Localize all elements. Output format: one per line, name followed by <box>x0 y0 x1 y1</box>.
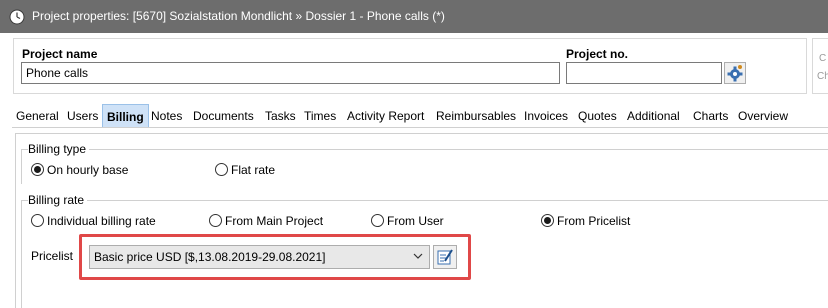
tab-quotes[interactable]: Quotes <box>578 104 617 128</box>
radio-from-main-project[interactable]: From Main Project <box>209 214 323 228</box>
generate-number-button[interactable] <box>724 62 746 84</box>
tab-users[interactable]: Users <box>67 104 98 128</box>
radio-button[interactable] <box>209 214 222 227</box>
tab-general[interactable]: General <box>16 104 59 128</box>
chevron-down-icon <box>413 253 423 259</box>
tab-additional[interactable]: Additional <box>627 104 680 128</box>
tab-divider <box>12 127 828 128</box>
tab-charts[interactable]: Charts <box>693 104 728 128</box>
radio-from-pricelist[interactable]: From Pricelist <box>541 214 630 228</box>
billing-rate-title: Billing rate <box>28 193 88 207</box>
project-no-input[interactable] <box>566 62 722 84</box>
project-name-input[interactable]: Phone calls <box>21 62 560 84</box>
billing-type-title: Billing type <box>28 142 90 156</box>
billing-type-group <box>21 149 828 184</box>
edit-icon <box>437 249 453 265</box>
tab-reimbursables[interactable]: Reimbursables <box>436 104 516 128</box>
title-bar: Project properties: [5670] Sozialstation… <box>0 0 828 33</box>
tab-tasks[interactable]: Tasks <box>265 104 296 128</box>
radio-label: On hourly base <box>47 163 129 177</box>
radio-button[interactable] <box>371 214 384 227</box>
window-title: Project properties: [5670] Sozialstation… <box>32 9 445 23</box>
radio-label: From User <box>387 214 444 228</box>
tab-times[interactable]: Times <box>304 104 336 128</box>
radio-button[interactable] <box>31 214 44 227</box>
tab-billing[interactable]: Billing <box>102 104 149 128</box>
radio-label: From Pricelist <box>557 214 631 228</box>
radio-button-selected[interactable] <box>31 163 44 176</box>
pricelist-label: Pricelist <box>31 249 74 263</box>
side-panel: C Ch <box>812 38 828 94</box>
radio-label: Flat rate <box>231 163 276 177</box>
radio-label: From Main Project <box>225 214 324 228</box>
tab-activity-report[interactable]: Activity Report <box>347 104 424 128</box>
tab-documents[interactable]: Documents <box>193 104 254 128</box>
tab-notes[interactable]: Notes <box>151 104 182 128</box>
radio-individual-billing-rate[interactable]: Individual billing rate <box>31 214 156 228</box>
radio-label: Individual billing rate <box>47 214 156 228</box>
radio-from-user[interactable]: From User <box>371 214 444 228</box>
pricelist-selected-value: Basic price USD [$,13.08.2019-29.08.2021… <box>94 250 326 264</box>
edit-pricelist-button[interactable] <box>433 245 457 269</box>
project-name-label: Project name <box>22 47 98 61</box>
radio-on-hourly-base[interactable]: On hourly base <box>31 163 128 177</box>
gear-icon <box>727 65 743 82</box>
radio-button[interactable] <box>215 163 228 176</box>
radio-flat-rate[interactable]: Flat rate <box>215 163 275 177</box>
clock-icon <box>9 9 25 25</box>
project-no-label: Project no. <box>566 47 629 61</box>
tab-invoices[interactable]: Invoices <box>524 104 568 128</box>
tab-overview[interactable]: Overview <box>738 104 788 128</box>
radio-button-selected[interactable] <box>541 214 554 227</box>
side-panel-line: Ch <box>817 71 828 82</box>
side-panel-line: C <box>819 53 827 64</box>
pricelist-select[interactable]: Basic price USD [$,13.08.2019-29.08.2021… <box>89 245 430 269</box>
